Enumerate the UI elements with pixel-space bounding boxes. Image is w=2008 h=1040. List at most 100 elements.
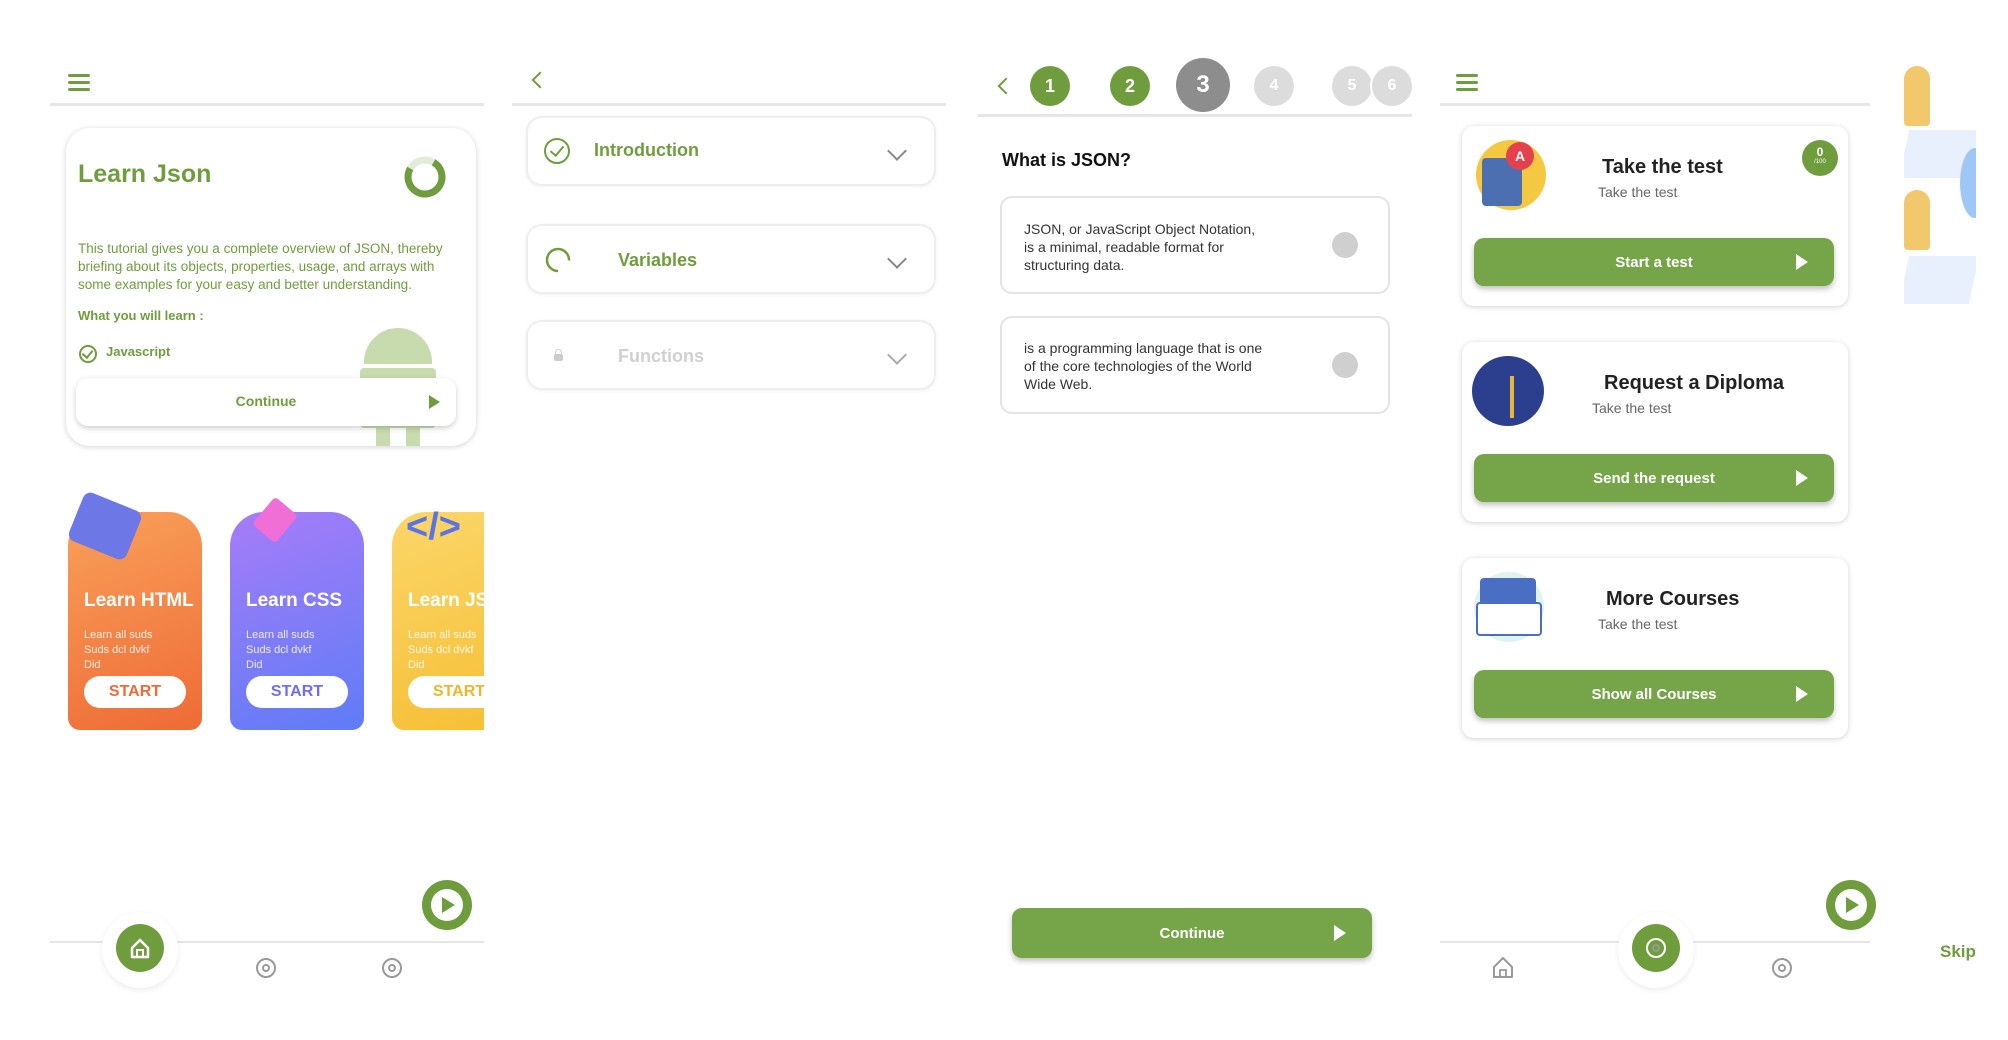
start-test-button[interactable]: Start a test xyxy=(1474,238,1834,286)
request-diploma-card: Request a Diploma Take the test Send the… xyxy=(1462,342,1848,522)
section-label: Functions xyxy=(618,346,704,366)
play-arrow-icon xyxy=(1796,470,1808,486)
settings-icon[interactable] xyxy=(256,958,276,978)
header-divider xyxy=(512,103,946,106)
button-label: Show all Courses xyxy=(1591,685,1717,703)
answer-radio[interactable] xyxy=(1332,352,1358,378)
menu-icon[interactable] xyxy=(1456,70,1478,95)
hero-title: Learn Json xyxy=(78,160,212,188)
chevron-down-icon xyxy=(887,249,907,269)
play-arrow-icon xyxy=(429,395,440,409)
course-description: Learn all suds Suds dcl dvkf Did xyxy=(84,628,153,673)
course-desc-line: Suds dcl dvkf xyxy=(408,644,474,656)
show-courses-button[interactable]: Show all Courses xyxy=(1474,670,1834,718)
play-arrow-icon xyxy=(1796,686,1808,702)
step-indicator-done[interactable]: 2 xyxy=(1110,66,1150,106)
step-indicator-upcoming[interactable]: 6 xyxy=(1372,66,1412,106)
answer-text: is a programming language that is one of… xyxy=(1024,340,1263,392)
settings-icon[interactable] xyxy=(1772,958,1792,978)
accordion-functions[interactable]: Functions xyxy=(526,320,936,390)
take-test-card: A Take the test Take the test 0 /100 Sta… xyxy=(1462,126,1848,306)
start-button[interactable]: START xyxy=(408,676,484,708)
progress-ring-icon xyxy=(404,156,446,198)
step-indicator-upcoming[interactable]: 4 xyxy=(1254,66,1294,106)
course-desc-line: Did xyxy=(246,659,263,671)
chevron-down-icon xyxy=(887,345,907,365)
course-desc-line: Did xyxy=(408,659,425,671)
card-subtitle: Take the test xyxy=(1592,400,1672,416)
play-fab-button[interactable] xyxy=(1826,880,1876,930)
answer-option[interactable]: JSON, or JavaScript Object Notation, is … xyxy=(1000,196,1390,294)
header-divider xyxy=(1440,103,1870,106)
course-card-css[interactable]: Learn CSS Learn all suds Suds dcl dvkf Did… xyxy=(230,496,364,730)
score-unit: /100 xyxy=(1814,159,1826,165)
course-title: Learn JS xyxy=(408,590,484,611)
hero-card: Learn Json This tutorial gives you a com… xyxy=(66,128,476,446)
hero-continue-button[interactable]: Continue xyxy=(76,378,456,426)
course-desc-line: Learn all suds xyxy=(408,629,477,641)
send-request-button[interactable]: Send the request xyxy=(1474,454,1834,502)
paint-brush-icon xyxy=(251,496,299,544)
course-desc-line: Learn all suds xyxy=(246,629,315,641)
step-indicator-upcoming[interactable]: 5 xyxy=(1332,66,1372,106)
course-title: Learn HTML xyxy=(84,590,194,611)
card-title: Take the test xyxy=(1602,156,1723,178)
play-arrow-icon xyxy=(1796,254,1808,270)
course-description: Learn all suds Suds dcl dvkf Did xyxy=(408,628,477,673)
chevron-down-icon xyxy=(887,141,907,161)
score-value: 0 xyxy=(1816,145,1824,159)
back-arrow-icon[interactable] xyxy=(531,71,549,89)
browser-windows-icon xyxy=(1474,572,1544,642)
card-title: More Courses xyxy=(1606,588,1740,610)
settings-icon[interactable] xyxy=(382,958,402,978)
menu-icon[interactable] xyxy=(68,70,90,95)
question-text: What is JSON? xyxy=(1002,150,1132,170)
step-indicator-current[interactable]: 3 xyxy=(1176,58,1230,112)
course-desc-line: Suds dcl dvkf xyxy=(246,644,312,656)
play-icon xyxy=(442,897,455,913)
course-card-html[interactable]: Learn HTML Learn all suds Suds dcl dvkf Di… xyxy=(66,490,202,730)
hero-continue-label: Continue xyxy=(235,393,297,409)
play-arrow-icon xyxy=(1334,925,1346,941)
button-label: Start a test xyxy=(1615,253,1693,271)
completed-check-icon xyxy=(544,138,570,164)
home-icon[interactable] xyxy=(1490,954,1516,980)
progress-ring-icon xyxy=(545,247,571,273)
step-indicator-done[interactable]: 1 xyxy=(1030,66,1070,106)
quiz-continue-button[interactable]: Continue xyxy=(1012,908,1372,958)
back-arrow-icon[interactable] xyxy=(997,77,1015,95)
more-courses-card: More Courses Take the test Show all Cour… xyxy=(1462,558,1848,738)
illustration-shape xyxy=(1904,256,1976,304)
section-label: Variables xyxy=(618,250,698,270)
home-tab-button[interactable] xyxy=(116,924,164,972)
illustration-person-icon xyxy=(1904,66,1930,126)
settings-tab-button[interactable] xyxy=(1632,924,1680,972)
illustration-person-icon xyxy=(1904,190,1930,250)
header-divider xyxy=(978,114,1412,117)
course-title: Learn CSS xyxy=(246,590,343,611)
section-label: Introduction xyxy=(594,140,699,160)
code-tag-icon: </> xyxy=(406,506,461,548)
learn-item: Javascript xyxy=(106,344,171,359)
accordion-introduction[interactable]: Introduction xyxy=(526,116,936,186)
course-desc-line: Did xyxy=(84,659,101,671)
skip-button[interactable]: Skip xyxy=(1940,942,1976,962)
header-divider xyxy=(50,103,484,106)
course-card-clip: </> Learn JS Learn all suds Suds dcl dvkf… xyxy=(392,500,484,740)
accordion-variables[interactable]: Variables xyxy=(526,224,936,294)
button-label: Send the request xyxy=(1593,469,1715,487)
play-fab-button[interactable] xyxy=(422,880,472,930)
course-desc-line: Learn all suds xyxy=(84,629,153,641)
start-button[interactable]: START xyxy=(84,676,186,708)
start-button[interactable]: START xyxy=(246,676,348,708)
answer-option[interactable]: is a programming language that is one of… xyxy=(1000,316,1390,414)
answer-text: JSON, or JavaScript Object Notation, is … xyxy=(1024,221,1256,273)
course-desc-line: Suds dcl dvkf xyxy=(84,644,150,656)
home-icon xyxy=(130,938,150,959)
learn-heading: What you will learn : xyxy=(78,308,204,323)
test-sheet-icon: A xyxy=(1476,140,1546,210)
settings-icon xyxy=(1646,938,1666,958)
card-subtitle: Take the test xyxy=(1598,184,1678,200)
answer-radio[interactable] xyxy=(1332,232,1358,258)
course-card-js[interactable]: </> Learn JS Learn all suds Suds dcl dvkf… xyxy=(392,506,484,730)
